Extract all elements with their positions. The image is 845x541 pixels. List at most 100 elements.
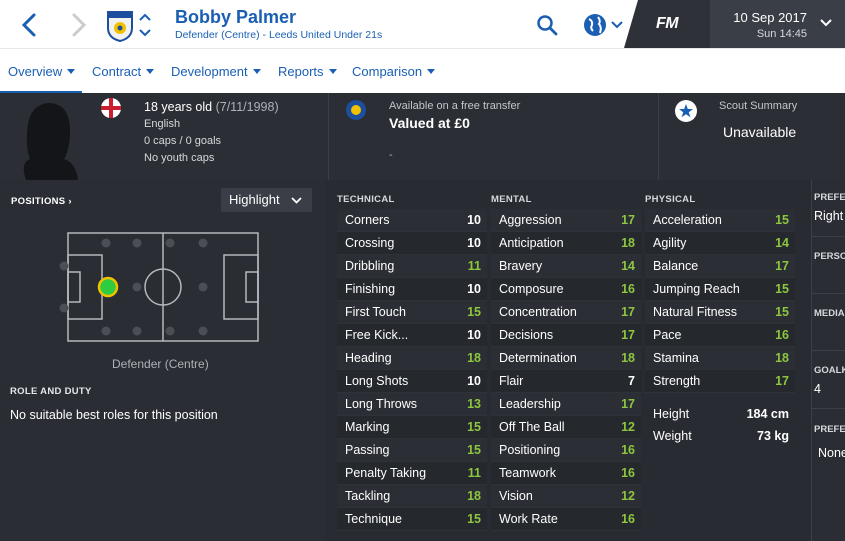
attribute-row[interactable]: Leadership 17 [491,393,641,416]
attribute-row[interactable]: First Touch 15 [337,301,487,324]
forward-arrow-icon[interactable] [66,12,90,38]
attribute-row[interactable]: Teamwork 16 [491,462,641,485]
attribute-row[interactable]: Penalty Taking 11 [337,462,487,485]
attribute-row[interactable]: Finishing 10 [337,278,487,301]
goals-value: 4 [814,382,821,396]
globe-icon[interactable] [582,12,624,38]
attribute-name: Concentration [499,305,577,319]
attribute-value: 15 [467,443,481,457]
attribute-name: Determination [499,351,577,365]
attribute-name: Penalty Taking [345,466,427,480]
attribute-name: Aggression [499,213,562,227]
panel-divider [812,293,845,294]
attribute-row[interactable]: Work Rate 16 [491,508,641,531]
attribute-row[interactable]: Balance 17 [645,255,795,278]
search-icon[interactable] [536,14,558,36]
england-flag-icon [101,98,121,118]
weight-row: Weight 73 kg [645,425,795,447]
attribute-name: Positioning [499,443,561,457]
attribute-row[interactable]: Free Kick... 10 [337,324,487,347]
attribute-row[interactable]: Passing 15 [337,439,487,462]
attribute-row[interactable]: Determination 18 [491,347,641,370]
attribute-row[interactable]: Natural Fitness 15 [645,301,795,324]
attribute-value: 17 [621,397,635,411]
date-continue-button[interactable]: 10 Sep 2017 Sun 14:45 [710,0,845,48]
tab-bar: Overview Contract Development Reports Co… [0,48,845,94]
attribute-value: 10 [467,236,481,250]
height-value: 184 cm [746,407,789,421]
attribute-name: Crossing [345,236,395,250]
attribute-value: 16 [621,443,635,457]
height-weight: Height 184 cm Weight 73 kg [645,403,795,447]
tab-contract[interactable]: Contract [92,64,155,79]
attribute-value: 15 [775,282,789,296]
tab-overview[interactable]: Overview [8,64,76,79]
preferred-moves-title: PREFE [814,424,845,435]
fm-logo[interactable]: FM [624,0,710,48]
attributes-panel: TECHNICAL MENTAL PHYSICAL Corners 10 Cross… [325,180,811,541]
attribute-row[interactable]: Positioning 16 [491,439,641,462]
attribute-row[interactable]: Decisions 17 [491,324,641,347]
chevron-down-icon [291,197,302,204]
player-youth-caps: No youth caps [144,152,215,164]
attribute-value: 14 [775,236,789,250]
attribute-row[interactable]: Long Throws 13 [337,393,487,416]
attribute-row[interactable]: Stamina 18 [645,347,795,370]
attribute-row[interactable]: Marking 15 [337,416,487,439]
attribute-name: First Touch [345,305,406,319]
scout-summary-title: Scout Summary [719,100,798,112]
attribute-row[interactable]: Tackling 18 [337,485,487,508]
player-subtitle[interactable]: Defender (Centre) - Leeds United Under 2… [175,29,382,41]
back-arrow-icon[interactable] [18,12,42,38]
attribute-value: 16 [621,282,635,296]
attribute-row[interactable]: Anticipation 18 [491,232,641,255]
attribute-name: Heading [345,351,392,365]
attribute-value: 10 [467,213,481,227]
positions-header[interactable]: POSITIONS › [11,196,72,207]
attribute-row[interactable]: Bravery 14 [491,255,641,278]
attribute-row[interactable]: Long Shots 10 [337,370,487,393]
attribute-row[interactable]: Acceleration 15 [645,209,795,232]
attribute-value: 12 [621,420,635,434]
technical-list: Corners 10 Crossing 10 Dribbling 11 Finishing 1… [337,209,487,531]
attribute-row[interactable]: Composure 16 [491,278,641,301]
preferred-foot-title: PREFE [814,192,845,203]
club-badge-icon[interactable] [106,10,134,42]
attribute-value: 12 [621,489,635,503]
attribute-row[interactable]: Technique 15 [337,508,487,531]
attribute-row[interactable]: Off The Ball 12 [491,416,641,439]
attribute-name: Dribbling [345,259,395,273]
highlight-dropdown[interactable]: Highlight [221,188,312,212]
attribute-row[interactable]: Concentration 17 [491,301,641,324]
tab-development[interactable]: Development [171,64,261,79]
attribute-name: Marking [345,420,390,434]
attribute-row[interactable]: Aggression 17 [491,209,641,232]
attribute-name: Leadership [499,397,561,411]
right-info-panel: PREFE Right PERSO MEDIA GOALK 4 PREFE No… [811,180,845,541]
attribute-row[interactable]: Vision 12 [491,485,641,508]
physical-header: PHYSICAL [645,194,696,205]
player-switch-icon[interactable] [136,8,154,42]
attribute-name: Vision [499,489,533,503]
tab-comparison[interactable]: Comparison [352,64,436,79]
attribute-row[interactable]: Heading 18 [337,347,487,370]
attribute-row[interactable]: Pace 16 [645,324,795,347]
height-row: Height 184 cm [645,403,795,425]
attribute-row[interactable]: Jumping Reach 15 [645,278,795,301]
attribute-row[interactable]: Corners 10 [337,209,487,232]
attribute-name: Agility [653,236,687,250]
attribute-row[interactable]: Crossing 10 [337,232,487,255]
attribute-row[interactable]: Strength 17 [645,370,795,393]
current-date: 10 Sep 2017 [733,10,807,25]
position-label: Defender (Centre) [112,357,209,371]
attribute-value: 15 [467,420,481,434]
attribute-name: Passing [345,443,390,457]
attribute-name: Technique [345,512,402,526]
attribute-row[interactable]: Flair 7 [491,370,641,393]
attribute-row[interactable]: Dribbling 11 [337,255,487,278]
scout-summary-value: Unavailable [723,124,797,140]
weight-label: Weight [653,429,692,443]
tab-reports[interactable]: Reports [278,64,337,79]
attribute-value: 10 [467,328,481,342]
attribute-row[interactable]: Agility 14 [645,232,795,255]
